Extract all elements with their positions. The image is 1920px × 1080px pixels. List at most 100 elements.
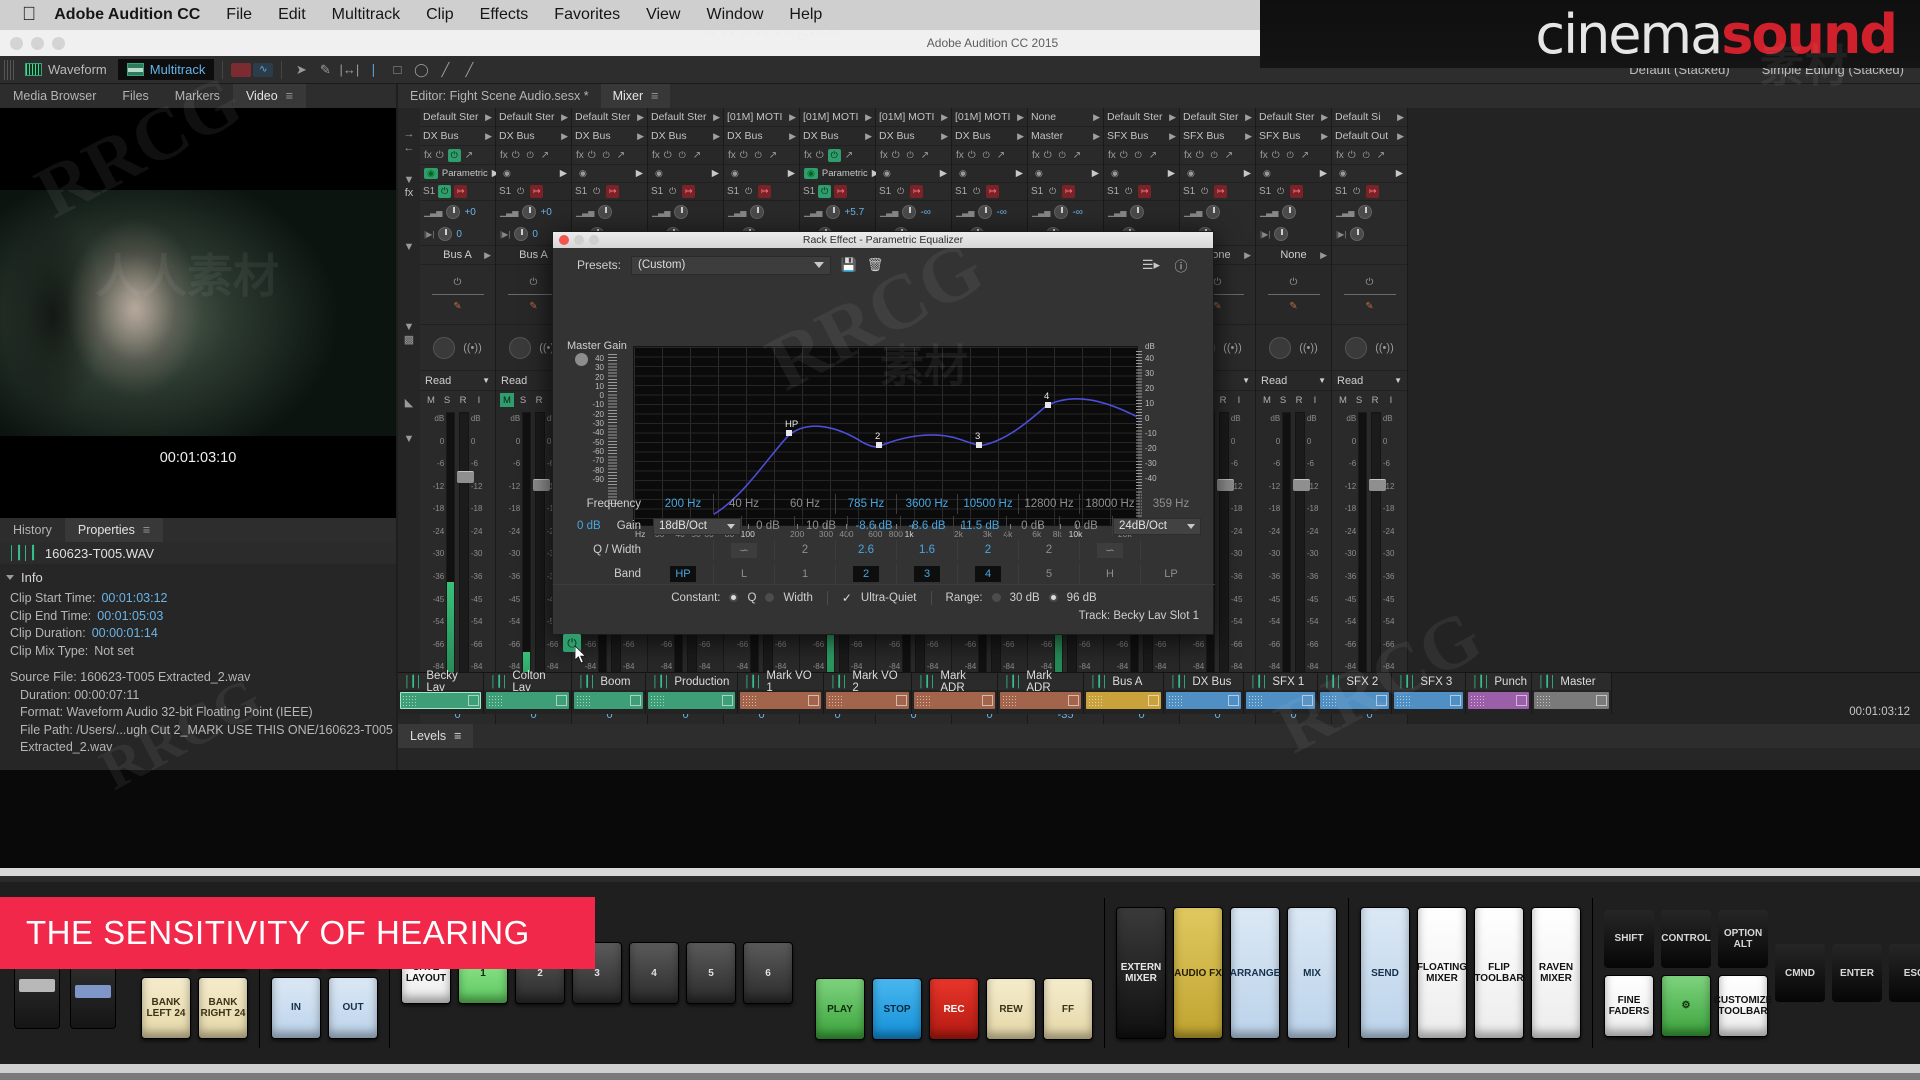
send-route-icon[interactable]: ↦ [986, 185, 1000, 198]
channel-output[interactable]: Default Out ▶ [1332, 127, 1407, 146]
channel-input[interactable]: [01M] MOTI ▶ [800, 108, 875, 127]
send-route-icon[interactable]: ↦ [1138, 185, 1152, 198]
band-select-button[interactable]: 4 [975, 566, 1001, 582]
fx-slot[interactable]: ◉Parametric▶ [420, 165, 499, 182]
fx-slot-arrow-icon[interactable]: ▶ [940, 168, 947, 179]
fx-slot-arrow-icon[interactable]: ▶ [560, 168, 567, 179]
fx-pre-post-icon[interactable]: ↗ [693, 150, 701, 161]
fx-enable-toggle[interactable]: ⏻ [1132, 149, 1145, 162]
track-strip-item[interactable]: │┃│ Mark ADR [998, 670, 1084, 714]
eq-param-cell[interactable]: 3600 Hz [896, 494, 957, 514]
channel-input[interactable]: [01M] MOTI ▶ [724, 108, 799, 127]
paintbrush-icon[interactable]: ╱ [434, 60, 456, 80]
send-enable-toggle[interactable]: ⏻ [1046, 185, 1059, 198]
channel-output[interactable]: DX Bus ▶ [420, 127, 495, 146]
eq-param-cell[interactable]: LP [1140, 564, 1201, 584]
eq-param-cell[interactable]: -8.6 dB [900, 516, 953, 536]
track-name-row[interactable]: │┃│ DX Bus [1164, 673, 1243, 690]
range-96db-radio[interactable] [1048, 593, 1058, 602]
menu-effects[interactable]: Effects [480, 6, 529, 24]
channel-bus[interactable] [1332, 245, 1407, 265]
eq-param-cell[interactable]: L [713, 564, 774, 584]
fx-slot-arrow-icon[interactable]: ▶ [1016, 168, 1023, 179]
send-gain-knob[interactable] [1130, 205, 1145, 219]
cmnd-button[interactable]: CMND [1775, 944, 1825, 1002]
constant-q-radio[interactable] [729, 593, 739, 602]
audio-fx-button[interactable]: AUDIO FX [1173, 907, 1223, 1039]
floating-mixer-button[interactable]: FLOATING MIXER [1417, 907, 1467, 1039]
gain-slope-dropdown[interactable]: 18dB/Oct [653, 517, 741, 535]
window-traffic-lights[interactable] [0, 36, 65, 50]
track-name-row[interactable]: │┃│ Mark ADR [912, 670, 997, 694]
channel-output[interactable]: DX Bus ▶ [648, 127, 723, 146]
eq-edit-icon[interactable]: ✎ [1365, 301, 1373, 312]
fx-power-icon[interactable]: ⏻ [512, 150, 520, 161]
send-route-icon[interactable]: ↦ [1290, 185, 1304, 198]
send-route-icon[interactable]: ↦ [682, 185, 696, 198]
properties-file-row[interactable]: │┃│┃ 160623-T005.WAV [0, 542, 396, 564]
move-tool-icon[interactable]: ➤ [290, 60, 312, 80]
surround-icon[interactable]: ((•)) [1223, 342, 1242, 354]
send-enable-toggle[interactable]: ⏻ [1198, 185, 1211, 198]
spectral-pitch-icon[interactable]: ∿ [253, 62, 274, 77]
eq-param-cell[interactable]: 4 [957, 564, 1018, 584]
send-pan-knob[interactable] [1274, 227, 1289, 241]
surround-icon[interactable]: ((•)) [1299, 342, 1318, 354]
fx-slot[interactable]: ◉ ▶ [724, 165, 799, 182]
raven-mixer-button[interactable]: RAVEN MIXER [1531, 907, 1581, 1039]
channel-input[interactable]: Default Ster ▶ [648, 108, 723, 127]
fx-enable-toggle[interactable]: ⏻ [1284, 149, 1297, 162]
fx-enable-toggle[interactable]: ⏻ [827, 148, 841, 162]
slip-tool-icon[interactable]: ✎ [314, 60, 336, 80]
clip-handle[interactable] [1302, 695, 1313, 706]
channel-input[interactable]: Default Ster ▶ [420, 108, 495, 127]
track-strip-item[interactable]: │┃│ Mark ADR [912, 670, 998, 714]
fx-slot-arrow-icon[interactable]: ▶ [636, 168, 643, 179]
track-name-row[interactable]: │┃│ Production [646, 673, 737, 690]
send-enable-toggle[interactable]: ⏻ [590, 185, 603, 198]
shelf-curve-icon[interactable]: ∽ [731, 542, 757, 558]
razor-tool-icon[interactable]: ∣ [362, 60, 384, 80]
send-button[interactable]: SEND [1360, 907, 1410, 1039]
channel-output[interactable]: SFX Bus ▶ [1104, 127, 1179, 146]
fx-slot[interactable]: ◉ ▶ [1180, 165, 1255, 182]
sends-section-toggle-icon[interactable]: ▼ [404, 241, 415, 253]
ultra-quiet-label[interactable]: Ultra-Quiet [861, 592, 917, 604]
fx-pre-post-icon[interactable]: ↗ [997, 150, 1005, 161]
pan-knob[interactable] [509, 336, 532, 359]
menu-file[interactable]: File [226, 6, 252, 24]
fx-pre-post-icon[interactable]: ↗ [921, 150, 929, 161]
tab-history[interactable]: History [0, 518, 65, 542]
track-strip-item[interactable]: │┃│ Production [646, 673, 738, 714]
channel-output[interactable]: DX Bus ▶ [876, 127, 951, 146]
send-pan-knob[interactable] [514, 227, 529, 241]
send-gain-value[interactable]: -∞ [920, 207, 930, 218]
band-select-button[interactable]: 2 [853, 566, 879, 582]
info-value[interactable]: 00:01:03:12 [101, 590, 167, 608]
channel-fader[interactable] [456, 412, 474, 706]
clip-handle[interactable] [468, 695, 479, 706]
range-30db-label[interactable]: 30 dB [1010, 592, 1040, 604]
toolbar-grip[interactable] [4, 59, 14, 80]
constant-width-label[interactable]: Width [783, 592, 812, 604]
channel-output[interactable]: DX Bus ▶ [572, 127, 647, 146]
output-arrow-icon[interactable]: ← [404, 142, 415, 154]
solo-button[interactable]: S [516, 393, 530, 407]
arrange-button[interactable]: ARRANGE [1230, 907, 1280, 1039]
channel-fader[interactable] [1368, 412, 1386, 706]
track-name-row[interactable]: │┃│ Punch [1466, 673, 1531, 690]
eq-param-cell[interactable]: 2 [1018, 540, 1079, 560]
eq-edit-icon[interactable]: ✎ [529, 301, 537, 312]
fx-slot[interactable]: ◉ ▶ [876, 165, 951, 182]
send-enable-toggle[interactable]: ⏻ [894, 185, 907, 198]
channel-input[interactable]: Default Ster ▶ [1256, 108, 1331, 127]
send-gain-value[interactable]: +5.7 [844, 207, 864, 218]
ultra-quiet-checkbox-icon[interactable]: ✓ [842, 591, 852, 605]
input-arrow-icon[interactable]: → [404, 128, 415, 140]
eq-power-icon[interactable]: ⏻ [1290, 277, 1298, 288]
track-name-row[interactable]: │┃│ SFX 1 [1244, 673, 1317, 690]
spectral-frequency-icon[interactable] [231, 62, 252, 77]
disclosure-triangle-icon[interactable] [6, 575, 14, 580]
send-gain-value[interactable]: -∞ [1072, 207, 1082, 218]
eq-power-icon[interactable]: ⏻ [1366, 277, 1374, 288]
